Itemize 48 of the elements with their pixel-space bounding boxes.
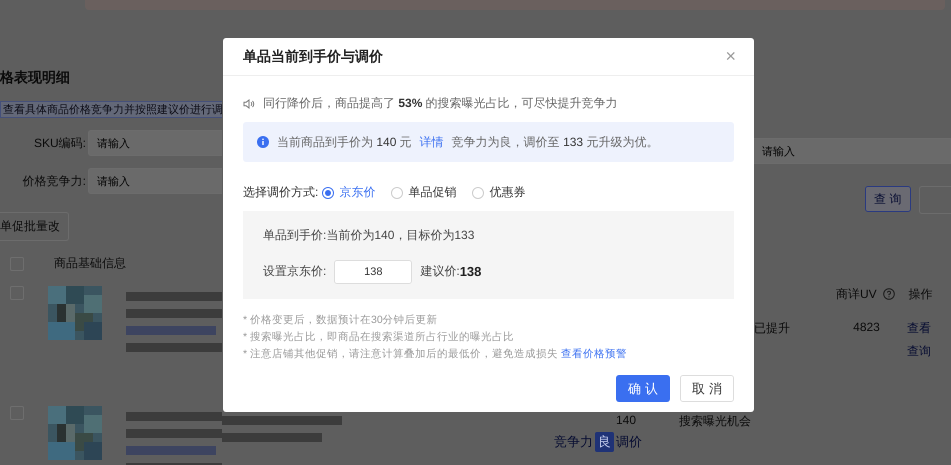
info-text: 当前商品到手价为 140 元 bbox=[277, 134, 412, 150]
banner-text: 查看具体商品价格竞争力并按照建议价进行调 bbox=[3, 102, 222, 117]
table-cell: 搜索曝光机会 bbox=[679, 413, 751, 430]
input-field[interactable]: 请输入 bbox=[88, 130, 222, 156]
info-icon bbox=[257, 136, 269, 148]
column-header: 商详UV bbox=[836, 286, 877, 302]
column-header: 操作 bbox=[908, 286, 933, 302]
note-text: * 搜索曝光占比，即商品在搜索渠道所占行业的曝光占比 bbox=[243, 331, 514, 343]
confirm-button[interactable]: 确 认 bbox=[616, 375, 670, 402]
field-label: 设置京东价: bbox=[263, 263, 326, 280]
input-field[interactable]: 请输入 bbox=[88, 168, 222, 194]
adjust-price-link[interactable]: 调价 bbox=[616, 433, 642, 451]
suggested-price: 138 bbox=[460, 264, 482, 279]
radio-button[interactable] bbox=[322, 186, 334, 198]
column-header: 商品基础信息 bbox=[54, 255, 126, 272]
note-text: * 注意店铺其他促销，请注意计算叠加后的最低价，避免造成损失 bbox=[243, 348, 558, 360]
field-label: 单品到手价: bbox=[263, 226, 326, 244]
speaker-icon bbox=[243, 98, 255, 110]
help-icon[interactable] bbox=[882, 288, 895, 300]
action-link[interactable]: 查询 bbox=[907, 343, 931, 360]
table-cell: 140 bbox=[616, 413, 636, 427]
competitiveness-label: 竞争力 bbox=[554, 433, 593, 451]
note-text: * 价格变更后，数据预计在30分钟后更新 bbox=[243, 314, 438, 326]
radio-label[interactable]: 京东价 bbox=[339, 184, 376, 201]
radio-label[interactable]: 优惠券 bbox=[489, 184, 526, 201]
dialog-title: 单品当前到手价与调价 bbox=[243, 48, 383, 66]
action-link[interactable]: 查看 bbox=[907, 320, 931, 337]
field-label: 建议价: bbox=[420, 263, 460, 280]
query-button[interactable]: 查 询 bbox=[865, 186, 910, 212]
cancel-button[interactable]: 取 消 bbox=[680, 375, 734, 402]
details-link[interactable]: 详情 bbox=[420, 134, 444, 150]
current-price-text: 当前价为140，目标价为133 bbox=[326, 226, 474, 244]
notice-text: 同行降价后，商品提高了 53% 的搜索曝光占比，可尽快提升竞争力 bbox=[263, 95, 618, 112]
table-cell-text: 已提升 bbox=[754, 320, 791, 337]
batch-edit-button[interactable]: 单促批量改 bbox=[0, 212, 69, 241]
method-label: 选择调价方式: bbox=[243, 184, 318, 201]
price-alert-link[interactable]: 查看价格预警 bbox=[560, 348, 627, 360]
info-text: 竞争力为良，调价至 133 元升级为优。 bbox=[452, 134, 658, 150]
table-cell-text: 4823 bbox=[852, 320, 881, 336]
radio-button[interactable] bbox=[472, 186, 484, 198]
radio-button[interactable] bbox=[391, 186, 404, 198]
close-button[interactable]: × bbox=[725, 46, 736, 67]
radio-label[interactable]: 单品促销 bbox=[408, 184, 456, 201]
grade-badge: 良 bbox=[595, 432, 614, 452]
price-input[interactable]: 138 bbox=[334, 260, 412, 284]
field-label: SKU编码: bbox=[32, 134, 86, 152]
field-label: 价格竞争力: bbox=[22, 172, 86, 190]
input-field[interactable]: 请输入 bbox=[754, 138, 951, 164]
